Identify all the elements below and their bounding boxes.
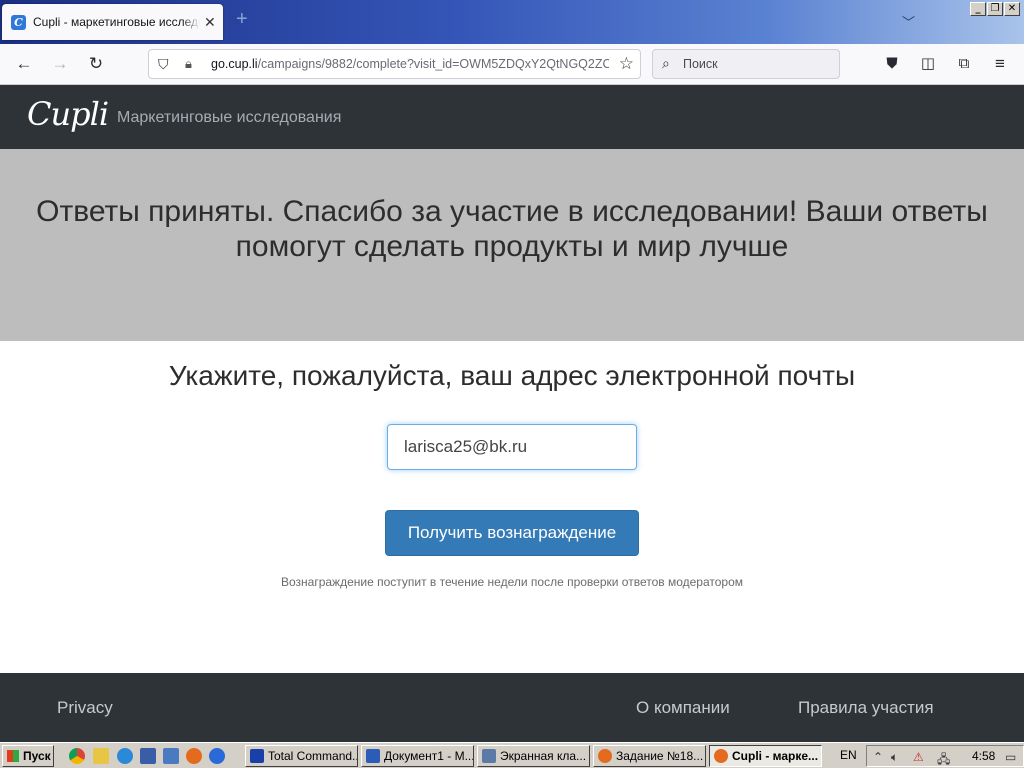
hero-thanks-message: Ответы приняты. Спасибо за участие в исс… <box>36 195 988 263</box>
navigation-toolbar: ← → ↻ ⛉ 🔒︎ go.cup.li/campaigns/9882/comp… <box>0 44 1024 85</box>
tray-expand-icon[interactable]: ⌃ <box>873 750 883 764</box>
close-window-button[interactable]: ✕ <box>1004 2 1020 16</box>
url-bar[interactable]: ⛉ 🔒︎ go.cup.li/campaigns/9882/complete?v… <box>148 49 641 79</box>
search-bar[interactable]: ⌕ <box>652 49 840 79</box>
get-reward-button[interactable]: Получить вознаграждение <box>385 510 639 556</box>
clock[interactable]: 4:58 <box>972 749 995 763</box>
url-host: go.cup.li <box>211 57 258 71</box>
chrome-icon[interactable] <box>69 748 85 764</box>
search-icon: ⌕ <box>662 55 670 71</box>
restore-window-button[interactable]: ❐ <box>987 2 1003 16</box>
permissions-icon[interactable]: 🔒︎ <box>185 56 192 72</box>
extensions-icon[interactable]: ⧉ <box>951 52 977 76</box>
site-nav-title[interactable]: Маркетинговые исследования <box>117 109 341 127</box>
tracking-shield-icon[interactable]: ⛉ <box>158 56 169 73</box>
reward-note: Вознаграждение поступит в течение недели… <box>280 575 744 589</box>
taskbar-label: Total Command... <box>268 749 358 763</box>
footer-link-rules[interactable]: Правила участия <box>798 698 934 718</box>
bookmark-star-icon[interactable]: ☆ <box>619 54 634 74</box>
forward-icon[interactable]: → <box>47 52 73 76</box>
network-warning-icon[interactable]: ⚠︎ <box>913 750 924 764</box>
back-icon[interactable]: ← <box>11 52 37 76</box>
new-tab-button[interactable]: + <box>236 8 248 31</box>
list-all-tabs-chevron-icon[interactable]: ﹀ <box>902 12 915 31</box>
taskbar-label: Cupli - марке... <box>732 749 819 763</box>
system-tray: ⌃ 🔈︎ ⚠︎ 🖧︎ 4:58 ▭ <box>866 745 1024 767</box>
taskbar-button[interactable]: Документ1 - M... <box>361 745 474 767</box>
taskbar-button-active[interactable]: Cupli - марке... <box>709 745 822 767</box>
taskbar-button[interactable]: Задание №18... <box>593 745 706 767</box>
quicklaunch-tool-icon[interactable] <box>93 748 109 764</box>
language-indicator[interactable]: EN <box>840 748 857 762</box>
tab-title: Cupli - маркетинговые исследования <box>33 15 200 29</box>
footer-link-about[interactable]: О компании <box>636 698 730 718</box>
search-input[interactable] <box>683 55 833 73</box>
firefox-icon <box>714 749 728 763</box>
windows-taskbar: Пуск Total Command... Документ1 - M... Э… <box>0 742 1024 768</box>
taskbar-button[interactable]: Total Command... <box>245 745 358 767</box>
quicklaunch-app-icon[interactable] <box>140 748 156 764</box>
taskbar-label: Экранная кла... <box>500 749 587 763</box>
site-footer: Privacy О компании Правила участия <box>0 673 1024 743</box>
word-document-icon <box>366 749 380 763</box>
site-header: Cupli Маркетинговые исследования <box>0 85 1024 149</box>
taskbar-button[interactable]: Экранная кла... <box>477 745 590 767</box>
menu-icon[interactable]: ≡ <box>987 52 1013 76</box>
start-label: Пуск <box>23 749 51 763</box>
firefox-icon <box>598 749 612 763</box>
pocket-icon[interactable]: ⛊ <box>879 52 905 76</box>
volume-icon[interactable]: 🔈︎ <box>891 750 898 765</box>
show-desktop-icon[interactable]: ▭ <box>1005 750 1016 764</box>
sidebar-icon[interactable]: ◫ <box>915 52 941 76</box>
close-tab-icon[interactable]: ✕ <box>204 14 216 31</box>
tab-strip: C Cupli - маркетинговые исследования ✕ +… <box>0 0 1024 44</box>
windows-flag-icon <box>7 750 19 762</box>
browser-tab-active[interactable]: C Cupli - маркетинговые исследования ✕ <box>2 4 223 40</box>
onscreen-keyboard-icon <box>482 749 496 763</box>
taskbar-label: Документ1 - M... <box>384 749 474 763</box>
footer-link-privacy[interactable]: Privacy <box>57 698 113 718</box>
email-field[interactable] <box>387 424 637 470</box>
total-commander-icon <box>250 749 264 763</box>
email-prompt-heading: Укажите, пожалуйста, ваш адрес электронн… <box>168 360 856 391</box>
thunderbird-icon[interactable] <box>209 748 225 764</box>
firefox-icon[interactable] <box>186 748 202 764</box>
cupli-logo[interactable]: Cupli <box>27 95 109 133</box>
start-button[interactable]: Пуск <box>2 745 54 767</box>
minimize-window-button[interactable]: _ <box>970 2 986 16</box>
url-path: /campaigns/9882/complete?visit_id=OWM5ZD… <box>257 57 609 71</box>
cupli-favicon-icon: C <box>11 15 26 30</box>
url-text[interactable]: go.cup.li/campaigns/9882/complete?visit_… <box>211 57 609 71</box>
show-desktop-icon[interactable] <box>163 748 179 764</box>
reload-icon[interactable]: ↻ <box>83 52 109 76</box>
hero-banner: Ответы приняты. Спасибо за участие в исс… <box>0 149 1024 341</box>
internet-explorer-icon[interactable] <box>117 748 133 764</box>
taskbar-label: Задание №18... <box>616 749 704 763</box>
